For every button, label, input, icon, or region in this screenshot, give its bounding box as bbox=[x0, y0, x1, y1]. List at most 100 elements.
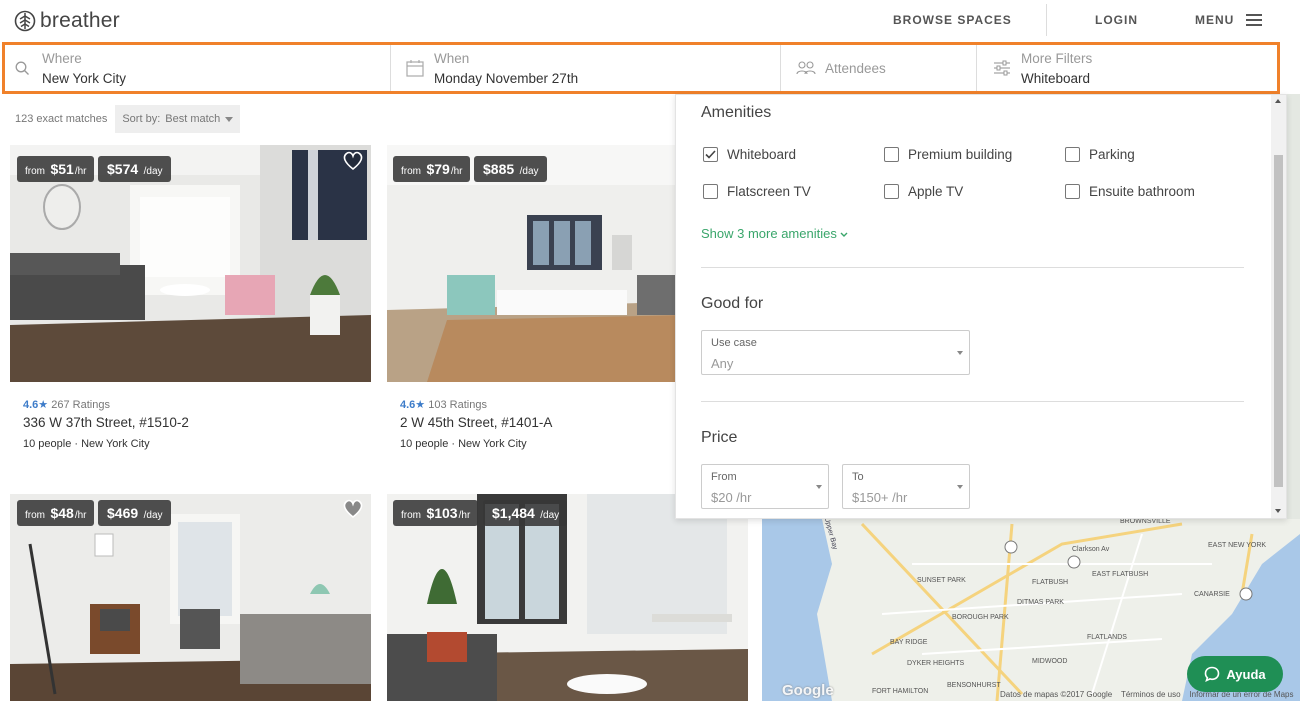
map-label: BROWNSVILLE bbox=[1120, 518, 1171, 525]
from-label: from bbox=[401, 510, 421, 521]
help-chat-button[interactable]: Ayuda bbox=[1187, 656, 1283, 692]
more-filters-value: Whiteboard bbox=[1021, 71, 1091, 86]
nav-login[interactable]: LOGIN bbox=[1095, 0, 1138, 40]
nav-browse-spaces[interactable]: BROWSE SPACES bbox=[893, 0, 1012, 40]
amenity-parking-checkbox[interactable]: Parking bbox=[1065, 147, 1135, 162]
hourly-price: $79 bbox=[426, 161, 450, 177]
map-label: EAST FLATBUSH bbox=[1092, 571, 1149, 578]
daily-price: $574 bbox=[107, 161, 139, 177]
hourly-price: $103 bbox=[426, 505, 458, 521]
attendees-label: Attendees bbox=[825, 61, 886, 76]
panel-scrollbar[interactable] bbox=[1271, 95, 1286, 518]
star-icon: ★ bbox=[38, 399, 49, 411]
hourly-price-badge: from $48/hr bbox=[17, 500, 95, 526]
price-from-select[interactable]: From $20 /hr bbox=[701, 464, 829, 509]
when-value: Monday November 27th bbox=[434, 71, 579, 86]
per-day-unit: /day bbox=[143, 510, 163, 521]
amenity-premium-building-checkbox[interactable]: Premium building bbox=[884, 147, 1012, 162]
when-field[interactable]: When Monday November 27th bbox=[391, 45, 781, 91]
rating: 4.6★ 103 Ratings bbox=[400, 398, 487, 411]
scroll-down-arrow-icon[interactable] bbox=[1275, 509, 1281, 513]
per-day-unit: /day bbox=[519, 166, 539, 177]
price-from-label: From bbox=[711, 471, 737, 483]
nav-menu-button[interactable]: MENU bbox=[1195, 0, 1263, 40]
map-label: BENSONHURST bbox=[947, 682, 1001, 689]
results-toolbar: 123 exact matches Sort by: Best match bbox=[15, 105, 241, 133]
price-to-select[interactable]: To $150+ /hr bbox=[842, 464, 970, 509]
daily-price-badge: $469 /day bbox=[98, 500, 171, 526]
map-label: BAY RIDGE bbox=[890, 639, 928, 646]
daily-price-badge: $885 /day bbox=[474, 156, 547, 182]
show-more-amenities-link[interactable]: Show 3 more amenities bbox=[701, 226, 848, 241]
listing-city: New York City bbox=[81, 438, 150, 450]
map-label: MIDWOOD bbox=[1032, 658, 1068, 665]
where-value: New York City bbox=[42, 71, 127, 86]
heart-icon[interactable] bbox=[342, 151, 364, 171]
hourly-price: $48 bbox=[50, 505, 74, 521]
amenity-ensuite-bathroom-checkbox[interactable]: Ensuite bathroom bbox=[1065, 184, 1195, 199]
map-label: FORT HAMILTON bbox=[872, 688, 929, 695]
people-icon bbox=[796, 61, 816, 75]
google-logo: Google bbox=[782, 682, 834, 699]
amenity-label: Flatscreen TV bbox=[727, 184, 811, 199]
attendees-field[interactable]: Attendees bbox=[781, 45, 977, 91]
checkbox-unchecked bbox=[1065, 147, 1080, 162]
where-field[interactable]: Where New York City bbox=[5, 45, 391, 91]
map-terms-link[interactable]: Términos de uso bbox=[1121, 690, 1181, 699]
nav-divider bbox=[1046, 4, 1047, 36]
per-day-unit: /day bbox=[540, 510, 560, 521]
per-hour-unit: /hr bbox=[74, 166, 87, 177]
use-case-select[interactable]: Use case Any bbox=[701, 330, 970, 375]
when-label: When bbox=[434, 51, 470, 66]
amenity-label: Premium building bbox=[908, 147, 1013, 162]
listing-city: New York City bbox=[458, 438, 527, 450]
where-label: Where bbox=[42, 51, 82, 66]
rating-count: 267 Ratings bbox=[51, 399, 110, 411]
checkbox-checked bbox=[703, 147, 718, 162]
listing-capacity: 10 people bbox=[400, 438, 449, 450]
price-from-value: $20 /hr bbox=[711, 490, 752, 505]
section-divider bbox=[701, 401, 1244, 402]
listing-address[interactable]: 336 W 37th Street, #1510-2 bbox=[23, 415, 189, 430]
rating: 4.6★ 267 Ratings bbox=[23, 398, 110, 411]
brand-name: breather bbox=[40, 9, 120, 32]
from-label: from bbox=[401, 166, 421, 177]
checkbox-unchecked bbox=[884, 184, 899, 199]
help-label: Ayuda bbox=[1226, 666, 1266, 682]
rating-count: 103 Ratings bbox=[428, 399, 487, 411]
hourly-price-badge: from $103/hr bbox=[393, 500, 479, 526]
amenity-apple-tv-checkbox[interactable]: Apple TV bbox=[884, 184, 963, 199]
amenity-label: Apple TV bbox=[908, 184, 964, 199]
amenity-whiteboard-checkbox[interactable]: Whiteboard bbox=[703, 147, 796, 162]
per-day-unit: /day bbox=[143, 166, 163, 177]
sort-dropdown[interactable]: Sort by: Best match bbox=[115, 105, 241, 133]
calendar-icon bbox=[406, 60, 424, 77]
scrollbar-thumb[interactable] bbox=[1274, 155, 1283, 487]
section-divider bbox=[701, 267, 1244, 268]
daily-price-badge: $1,484 /day bbox=[483, 500, 568, 526]
map-label: CANARSIE bbox=[1194, 591, 1230, 598]
scroll-up-arrow-icon[interactable] bbox=[1275, 99, 1281, 103]
use-case-value: Any bbox=[711, 356, 734, 371]
listing-meta: 10 people · New York City bbox=[400, 438, 527, 450]
checkbox-unchecked bbox=[1065, 184, 1080, 199]
more-filters-label: More Filters bbox=[1021, 51, 1093, 66]
caret-down-icon bbox=[957, 485, 963, 489]
rating-score: 4.6 bbox=[23, 399, 39, 411]
show-more-label: Show 3 more amenities bbox=[701, 226, 837, 241]
more-filters-field[interactable]: More Filters Whiteboard bbox=[977, 45, 1277, 91]
brand-logo[interactable]: breather bbox=[14, 9, 120, 33]
map-label: FLATBUSH bbox=[1032, 579, 1069, 586]
heart-icon[interactable] bbox=[342, 499, 364, 519]
sort-value: Best match bbox=[165, 113, 221, 125]
hourly-price-badge: from $79/hr bbox=[393, 156, 471, 182]
caret-down-icon bbox=[957, 351, 963, 355]
use-case-label: Use case bbox=[711, 337, 757, 349]
per-hour-unit: /hr bbox=[450, 166, 463, 177]
rating-score: 4.6 bbox=[400, 399, 416, 411]
search-icon bbox=[15, 61, 29, 75]
price-heading: Price bbox=[701, 429, 738, 446]
tree-logo-icon bbox=[14, 10, 36, 32]
amenity-flatscreen-tv-checkbox[interactable]: Flatscreen TV bbox=[703, 184, 811, 199]
listing-address[interactable]: 2 W 45th Street, #1401-A bbox=[400, 415, 552, 430]
